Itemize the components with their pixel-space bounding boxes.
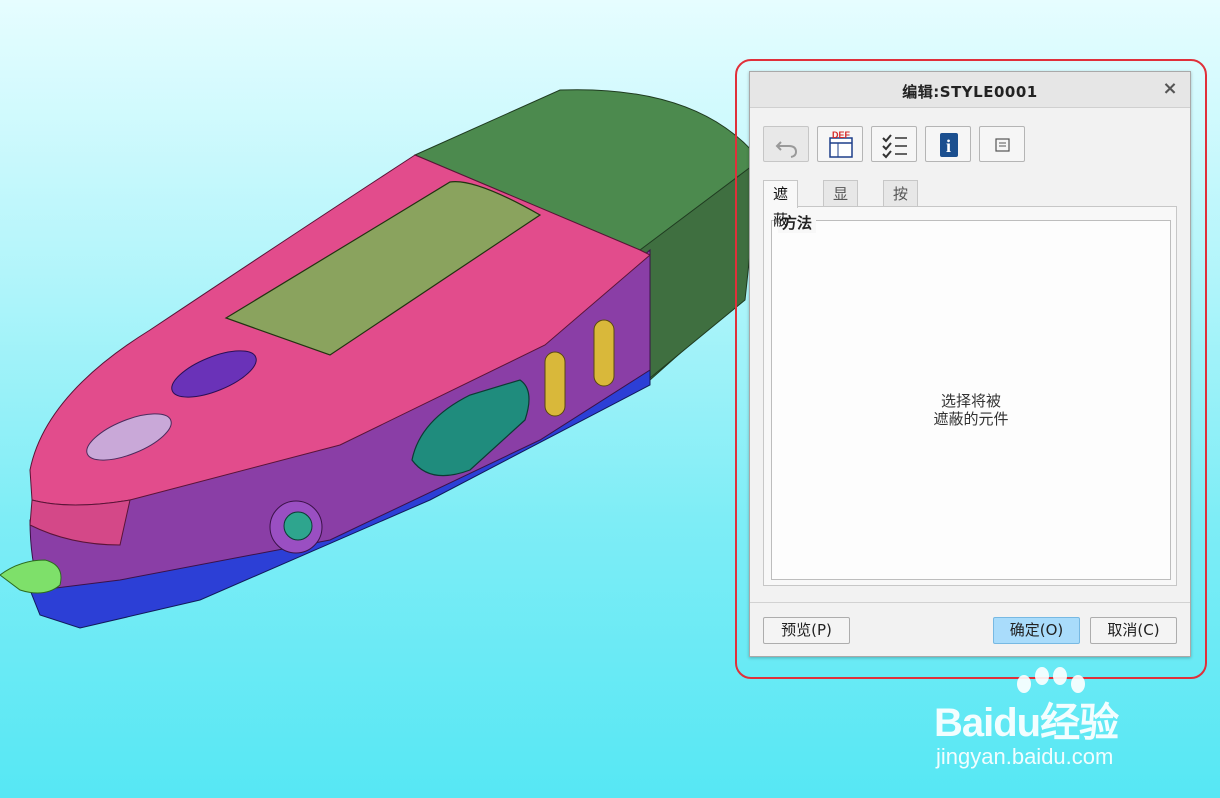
undo-button[interactable]	[763, 126, 809, 162]
collector-prompt-line-2: 遮蔽的元件	[933, 410, 1009, 428]
model-side-key-1	[544, 351, 566, 417]
dialog-title: 编辑:STYLE0001	[902, 83, 1038, 101]
collector-prompt-line-1: 选择将被	[940, 392, 1001, 410]
model-lanyard-hook	[0, 559, 62, 594]
svg-text:i: i	[946, 136, 951, 156]
ok-button[interactable]: 确定(O)	[993, 617, 1080, 644]
model-side-key-2	[593, 319, 615, 387]
preview-button[interactable]: 预览(P)	[763, 617, 850, 644]
checklist-button[interactable]	[871, 126, 917, 162]
undo-icon	[775, 141, 798, 158]
watermark-brand: Baidu经验	[934, 701, 1119, 745]
tab-show[interactable]: 显示	[823, 180, 859, 229]
info-icon: i	[940, 133, 958, 157]
tab-blank[interactable]: 遮蔽	[763, 180, 799, 229]
method-group: 选择将被 遮蔽的元件	[771, 220, 1171, 580]
properties-icon	[995, 138, 1010, 152]
tab-panel: 选择将被 遮蔽的元件 方法	[763, 206, 1177, 586]
info-button[interactable]: i	[925, 126, 971, 162]
def-layer-icon: DEF	[829, 130, 853, 158]
svg-text:DEF: DEF	[832, 130, 851, 140]
close-button[interactable]: ×	[1160, 79, 1180, 99]
cancel-button[interactable]: 取消(C)	[1090, 617, 1177, 644]
watermark: Baidu经验 jingyan.baidu.com	[934, 666, 1174, 776]
properties-button[interactable]	[979, 126, 1025, 162]
dialog-titlebar[interactable]: 编辑:STYLE0001 ×	[750, 72, 1190, 108]
def-layer-button[interactable]: DEF	[817, 126, 863, 162]
tab-by-display[interactable]: 按显示	[883, 180, 919, 255]
watermark-url: jingyan.baidu.com	[936, 744, 1114, 769]
checklist-icon	[882, 134, 907, 159]
component-collector[interactable]: 选择将被 遮蔽的元件	[772, 392, 1170, 428]
footer-divider	[750, 602, 1190, 603]
edit-style-dialog: 编辑:STYLE0001 × DEF i 遮蔽 显 按 选择将被 遮蔽的元件 方…	[749, 71, 1191, 657]
